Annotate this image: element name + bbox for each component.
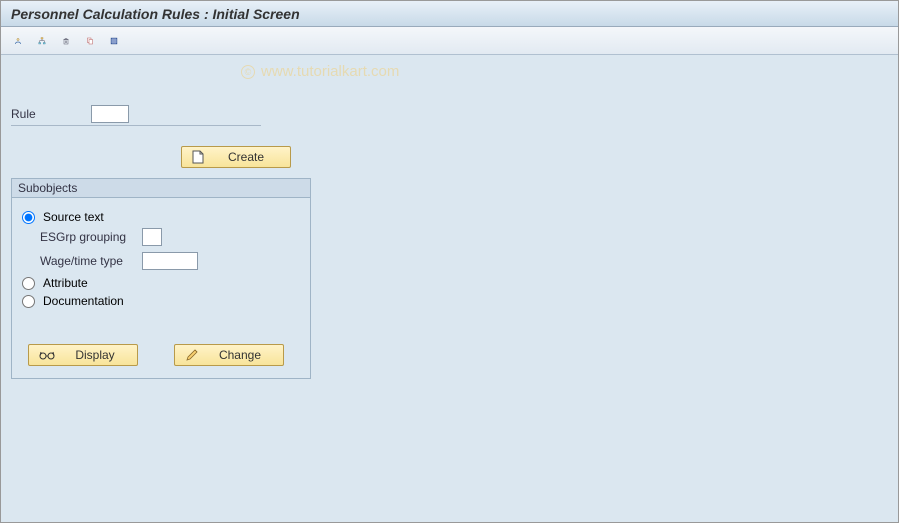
rule-label: Rule — [11, 107, 91, 121]
document-icon — [192, 150, 204, 164]
toolbar-flow-button[interactable] — [31, 31, 53, 51]
pencil-icon — [185, 348, 199, 362]
watermark: © www.tutorialkart.com — [241, 63, 399, 80]
title-bar: Personnel Calculation Rules : Initial Sc… — [1, 1, 898, 27]
source-text-fields: ESGrp grouping Wage/time type — [22, 228, 300, 270]
toolbar-user-button[interactable] — [7, 31, 29, 51]
toolbar-delete-button[interactable] — [55, 31, 77, 51]
create-button[interactable]: Create — [181, 146, 291, 168]
create-row: Create — [181, 146, 888, 168]
toolbar-copy-button[interactable] — [79, 31, 101, 51]
copyright-icon: © — [241, 65, 255, 79]
toolbar-grid-button[interactable] — [103, 31, 125, 51]
radio-documentation-label: Documentation — [43, 294, 124, 308]
display-button[interactable]: Display — [28, 344, 138, 366]
radio-documentation-input[interactable] — [22, 295, 35, 308]
content-area: © www.tutorialkart.com Rule Create Subob… — [1, 55, 898, 522]
change-button-label: Change — [207, 348, 273, 362]
radio-source-text[interactable]: Source text — [22, 210, 300, 224]
subobjects-group: Subobjects Source text ESGrp grouping Wa… — [11, 178, 311, 379]
radio-attribute[interactable]: Attribute — [22, 276, 300, 290]
wagetime-label: Wage/time type — [22, 254, 142, 268]
wagetime-input[interactable] — [142, 252, 198, 270]
trash-icon — [62, 33, 70, 49]
radio-source-text-input[interactable] — [22, 211, 35, 224]
flow-icon — [38, 33, 46, 49]
create-button-label: Create — [212, 150, 280, 164]
radio-documentation[interactable]: Documentation — [22, 294, 300, 308]
esgrp-label: ESGrp grouping — [22, 230, 142, 244]
user-icon — [14, 33, 22, 49]
rule-input[interactable] — [91, 105, 129, 123]
change-button[interactable]: Change — [174, 344, 284, 366]
toolbar — [1, 27, 898, 55]
esgrp-input[interactable] — [142, 228, 162, 246]
rule-row: Rule — [11, 105, 261, 126]
display-button-label: Display — [63, 348, 127, 362]
subobjects-title: Subobjects — [12, 179, 310, 198]
watermark-text: www.tutorialkart.com — [261, 63, 399, 80]
radio-attribute-label: Attribute — [43, 276, 88, 290]
subobjects-actions: Display Change — [22, 344, 300, 366]
copy-icon — [86, 33, 94, 49]
glasses-icon — [39, 350, 55, 360]
radio-source-text-label: Source text — [43, 210, 104, 224]
grid-icon — [110, 33, 118, 49]
page-title: Personnel Calculation Rules : Initial Sc… — [11, 6, 300, 22]
radio-attribute-input[interactable] — [22, 277, 35, 290]
